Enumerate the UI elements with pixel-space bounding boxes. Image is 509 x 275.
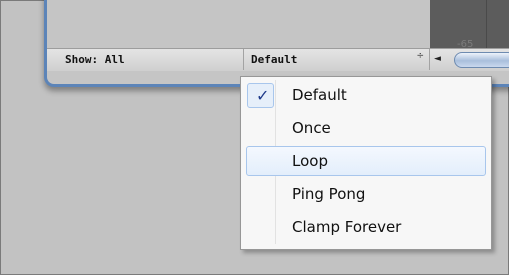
menu-item-clamp-forever[interactable]: Clamp Forever (244, 212, 488, 242)
hover-highlight (246, 146, 486, 176)
wrap-mode-select[interactable]: Default ÷ (243, 49, 430, 70)
menu-item-loop[interactable]: Loop (244, 146, 488, 176)
scroll-left-arrow-icon[interactable]: ◄ (434, 54, 441, 64)
editor-bottom-bar: Show: All Default ÷ ◄ (47, 48, 509, 71)
menu-item-default[interactable]: ✓ Default (244, 80, 488, 110)
menu-item-label: Default (292, 86, 347, 104)
show-filter-button[interactable]: Show: All (65, 53, 125, 66)
checked-indicator: ✓ (247, 83, 274, 108)
menu-item-once[interactable]: Once (244, 113, 488, 143)
menu-item-label: Loop (292, 152, 328, 170)
menu-item-ping-pong[interactable]: Ping Pong (244, 179, 488, 209)
menu-item-label: Ping Pong (292, 185, 366, 203)
updown-arrows-icon: ÷ (416, 51, 424, 61)
animation-editor-window: -65 Show: All Default ÷ ◄ (44, 0, 509, 87)
scrollbar-thumb[interactable] (454, 52, 509, 68)
curve-divider (486, 0, 487, 48)
wrap-mode-value: Default (251, 53, 298, 66)
checkmark-icon: ✓ (256, 86, 270, 105)
menu-item-label: Once (292, 119, 331, 137)
menu-item-label: Clamp Forever (292, 218, 402, 236)
wrap-mode-dropdown-menu: ✓ Default Once Loop Ping Pong Clamp Fore… (240, 76, 492, 250)
horizontal-scrollbar[interactable]: ◄ (429, 49, 509, 70)
